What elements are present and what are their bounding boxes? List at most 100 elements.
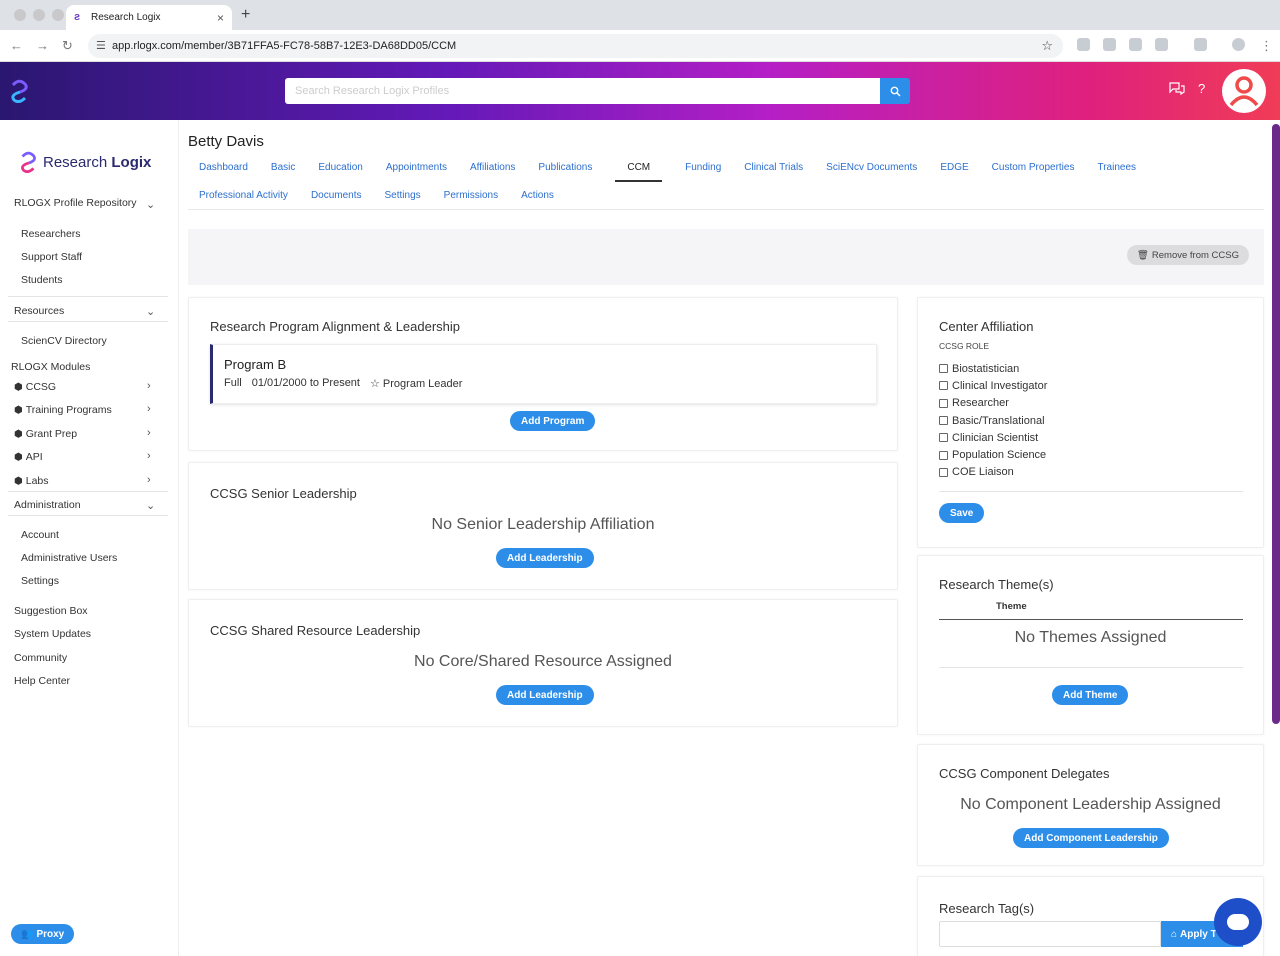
chat-support-button[interactable] xyxy=(1214,898,1262,946)
tab-actions[interactable]: Actions xyxy=(521,190,554,201)
add-program-button[interactable]: Add Program xyxy=(510,411,596,431)
program-item[interactable]: Program B Full 01/01/2000 to Present ☆ P… xyxy=(210,344,877,404)
checkbox[interactable] xyxy=(939,433,948,443)
tab-affiliations[interactable]: Affiliations xyxy=(470,162,515,173)
reload-icon[interactable]: ↻ xyxy=(62,38,73,54)
sidebar-item-administrative-users[interactable]: Administrative Users xyxy=(21,552,117,564)
chevron-right-icon[interactable]: › xyxy=(147,474,151,486)
chevron-right-icon[interactable]: › xyxy=(147,427,151,439)
sidebar-item-system-updates[interactable]: System Updates xyxy=(14,628,91,640)
chevron-right-icon[interactable]: › xyxy=(147,380,151,392)
checkbox[interactable] xyxy=(939,364,948,374)
sidebar-item-grant-prep[interactable]: ⬢ Grant Prep xyxy=(14,428,77,440)
search-button[interactable] xyxy=(880,78,910,104)
forward-icon[interactable]: → xyxy=(36,38,49,53)
sidebar: Research Logix RLOGX Profile Repository … xyxy=(0,120,179,956)
role-option[interactable]: Clinical Investigator xyxy=(939,377,1047,394)
side-panel-icon[interactable] xyxy=(1194,38,1207,51)
tab-dashboard[interactable]: Dashboard xyxy=(199,162,248,173)
tab-custom-properties[interactable]: Custom Properties xyxy=(992,162,1075,173)
page-scrollbar[interactable] xyxy=(1272,124,1280,724)
research-logix-logo-icon[interactable] xyxy=(8,79,30,103)
program-meta: Full 01/01/2000 to Present ☆ Program Lea… xyxy=(224,377,462,390)
sidebar-resources[interactable]: Resources xyxy=(14,305,64,317)
browser-menu-icon[interactable]: ⋮ xyxy=(1260,38,1273,54)
module-label: Training Programs xyxy=(25,404,112,416)
tab-trainees[interactable]: Trainees xyxy=(1097,162,1136,173)
tab-clinical-trials[interactable]: Clinical Trials xyxy=(744,162,803,173)
window-controls[interactable] xyxy=(14,9,64,21)
tab-publications[interactable]: Publications xyxy=(538,162,592,173)
extensions-puzzle-icon[interactable] xyxy=(1155,38,1168,51)
remove-from-ccsg-button[interactable]: 🗑 Remove from CCSG xyxy=(1126,245,1249,265)
tab-sciencv-documents[interactable]: SciENcv Documents xyxy=(826,162,917,173)
tab-settings[interactable]: Settings xyxy=(385,190,421,201)
role-option[interactable]: Clinician Scientist xyxy=(939,429,1047,446)
extension-icon[interactable] xyxy=(1103,38,1116,51)
tab-basic[interactable]: Basic xyxy=(271,162,295,173)
proxy-button[interactable]: 👥 Proxy xyxy=(11,924,75,944)
checkbox[interactable] xyxy=(939,381,948,391)
sidebar-item-support-staff[interactable]: Support Staff xyxy=(21,251,82,263)
checkbox[interactable] xyxy=(939,416,948,426)
url-field[interactable]: ☰ app.rlogx.com/member/3B71FFA5-FC78-58B… xyxy=(88,34,1063,58)
shared-resource-card: CCSG Shared Resource Leadership No Core/… xyxy=(188,599,898,727)
close-tab-icon[interactable]: × xyxy=(217,11,224,25)
user-avatar-icon[interactable] xyxy=(1222,69,1266,113)
sidebar-item-community[interactable]: Community xyxy=(14,652,67,664)
card-title: CCSG Component Delegates xyxy=(939,766,1110,781)
help-icon[interactable]: ? xyxy=(1198,81,1205,96)
sidebar-item-settings[interactable]: Settings xyxy=(21,575,59,587)
tab-edge[interactable]: EDGE xyxy=(940,162,968,173)
add-theme-button[interactable]: Add Theme xyxy=(1052,685,1129,705)
sidebar-item-students[interactable]: Students xyxy=(21,274,62,286)
checkbox[interactable] xyxy=(939,450,948,460)
sidebar-item-account[interactable]: Account xyxy=(21,529,59,541)
checkbox[interactable] xyxy=(939,467,948,477)
tab-ccm[interactable]: CCM xyxy=(615,162,662,182)
chevron-down-icon[interactable]: ⌄ xyxy=(146,499,155,512)
browser-tab[interactable]: ƨ Research Logix × xyxy=(66,5,232,30)
tab-permissions[interactable]: Permissions xyxy=(444,190,498,201)
checkbox[interactable] xyxy=(939,398,948,408)
extension-icon[interactable] xyxy=(1129,38,1142,51)
back-icon[interactable]: ← xyxy=(10,38,23,53)
sidebar-administration[interactable]: Administration xyxy=(14,499,81,511)
role-option[interactable]: Biostatistician xyxy=(939,360,1047,377)
save-button[interactable]: Save xyxy=(939,503,985,523)
sidebar-item-labs[interactable]: ⬢ Labs xyxy=(14,475,49,487)
add-leadership-button[interactable]: Add Leadership xyxy=(496,548,594,568)
add-leadership-button[interactable]: Add Leadership xyxy=(496,685,594,705)
sidebar-item-sciencv-directory[interactable]: ScienCV Directory xyxy=(21,335,107,347)
chevron-right-icon[interactable]: › xyxy=(147,403,151,415)
sidebar-item-ccsg[interactable]: ⬢ CCSG xyxy=(14,381,56,393)
tab-funding[interactable]: Funding xyxy=(685,162,721,173)
sidebar-item-api[interactable]: ⬢ API xyxy=(14,451,43,463)
site-settings-icon[interactable]: ☰ xyxy=(96,39,106,52)
profile-icon[interactable] xyxy=(1232,38,1245,51)
chevron-right-icon[interactable]: › xyxy=(147,450,151,462)
tab-professional-activity[interactable]: Professional Activity xyxy=(199,190,288,201)
role-option[interactable]: COE Liaison xyxy=(939,464,1047,481)
role-option[interactable]: Population Science xyxy=(939,446,1047,463)
tab-appointments[interactable]: Appointments xyxy=(386,162,447,173)
role-option[interactable]: Researcher xyxy=(939,395,1047,412)
new-tab-button[interactable]: + xyxy=(241,6,250,24)
chat-icon[interactable] xyxy=(1169,82,1185,95)
chevron-down-icon[interactable]: ⌄ xyxy=(146,198,155,211)
tag-input[interactable] xyxy=(939,921,1161,947)
chevron-down-icon[interactable]: ⌄ xyxy=(146,305,155,318)
role-option[interactable]: Basic/Translational xyxy=(939,412,1047,429)
brand-logo[interactable]: Research Logix xyxy=(18,150,151,174)
sidebar-item-help-center[interactable]: Help Center xyxy=(14,675,70,687)
sidebar-item-researchers[interactable]: Researchers xyxy=(21,228,81,240)
tab-education[interactable]: Education xyxy=(318,162,362,173)
search-input[interactable] xyxy=(285,78,880,104)
add-component-leadership-button[interactable]: Add Component Leadership xyxy=(1013,828,1169,848)
bookmark-star-icon[interactable]: ☆ xyxy=(1041,38,1053,54)
tab-documents[interactable]: Documents xyxy=(311,190,362,201)
sidebar-item-training-programs[interactable]: ⬢ Training Programs xyxy=(14,404,112,416)
extension-icon[interactable] xyxy=(1077,38,1090,51)
sidebar-item-suggestion-box[interactable]: Suggestion Box xyxy=(14,605,88,617)
sidebar-repository[interactable]: RLOGX Profile Repository xyxy=(14,197,137,209)
